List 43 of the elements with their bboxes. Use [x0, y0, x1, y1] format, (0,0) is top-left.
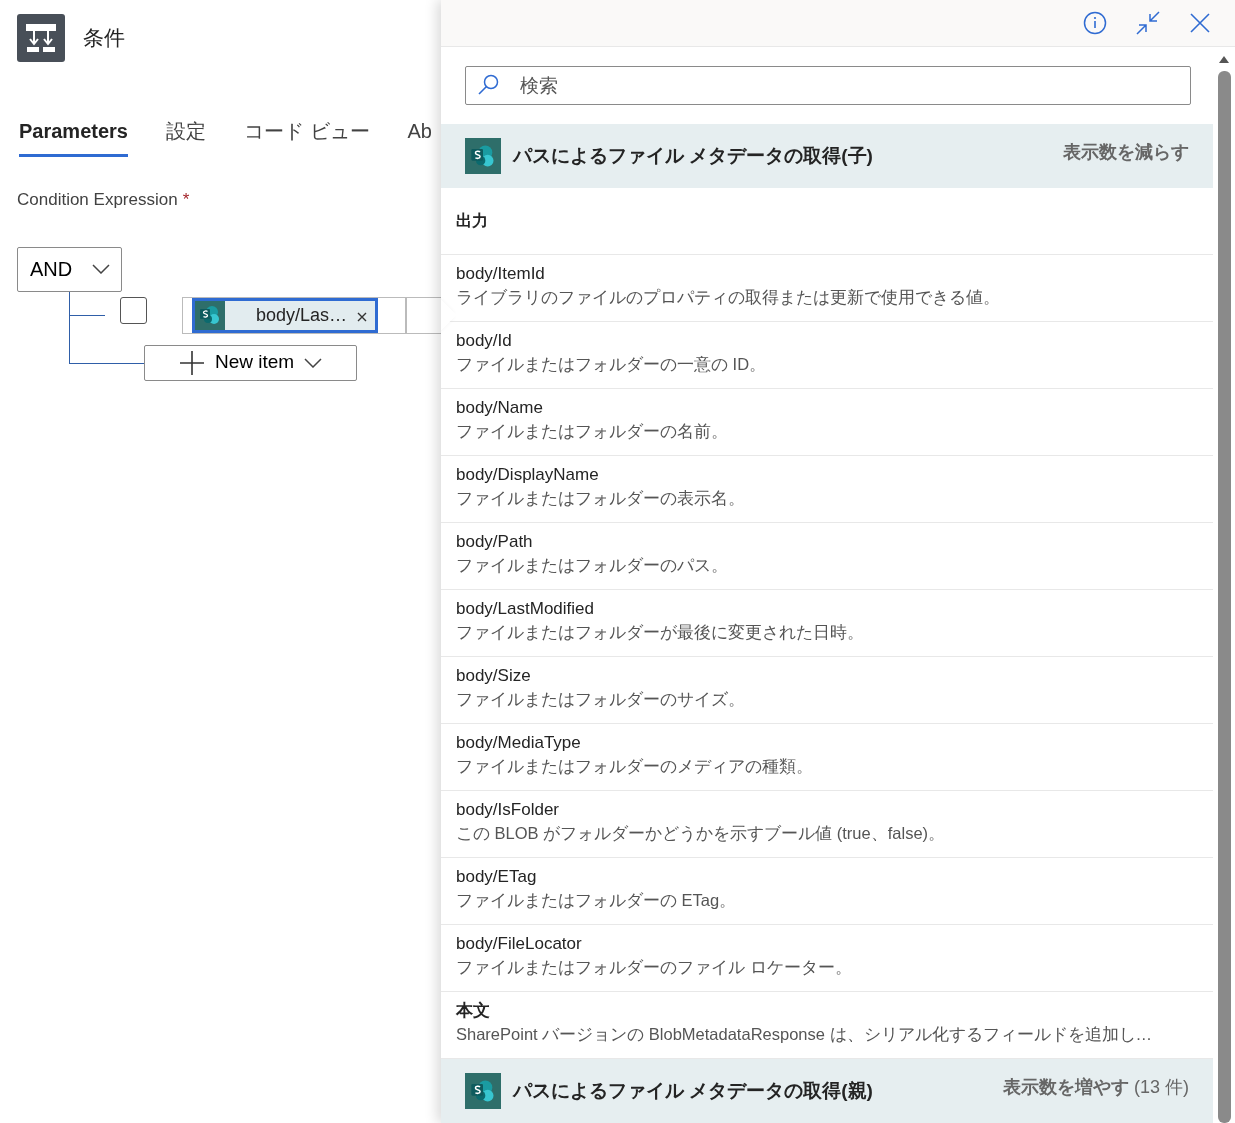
sharepoint-icon — [465, 1073, 501, 1109]
value-field[interactable]: body/Las… — [182, 296, 406, 334]
output-item[interactable]: body/Size ファイルまたはフォルダーのサイズ。 — [441, 657, 1213, 724]
tab[interactable]: Ab — [407, 116, 432, 157]
operator-dropdown[interactable]: AND — [17, 246, 122, 292]
scroll-up-icon[interactable] — [1218, 55, 1230, 65]
token-label: body/Las… — [256, 303, 348, 327]
condition-icon — [17, 14, 65, 62]
tab[interactable]: Parameters — [19, 116, 128, 157]
plus-icon — [178, 349, 205, 376]
new-item-button[interactable]: New item — [144, 344, 357, 381]
output-item[interactable]: body/ETag ファイルまたはフォルダーの ETag。 — [441, 858, 1213, 925]
show-toggle-link[interactable]: 表示数を減らす — [1063, 139, 1189, 166]
outputs-heading: 出力 — [441, 188, 1213, 255]
collapse-icon[interactable] — [1135, 10, 1161, 36]
section-title: パスによるファイル メタデータの取得(子) — [513, 143, 873, 168]
required-mark: * — [182, 190, 190, 209]
scrollbar[interactable] — [1213, 47, 1235, 1123]
chevron-down-icon — [304, 357, 323, 368]
sharepoint-icon — [465, 138, 501, 174]
search-icon — [477, 73, 501, 97]
search-field[interactable]: 検索 — [465, 66, 1191, 105]
sharepoint-icon — [195, 300, 225, 330]
header-title: 条件 — [83, 25, 125, 52]
output-item[interactable]: body/MediaType ファイルまたはフォルダーのメディアの種類。 — [441, 724, 1213, 791]
output-item[interactable]: body/ItemId ライブラリのファイルのプロパティの取得または更新で使用できる値。 — [441, 255, 1213, 322]
dynamic-token[interactable]: body/Las… — [192, 297, 378, 333]
show-toggle-link[interactable]: 表示数を増やす (13 件) — [1002, 1074, 1189, 1101]
info-icon[interactable] — [1083, 11, 1107, 35]
output-item[interactable]: body/Path ファイルまたはフォルダーのパス。 — [441, 523, 1213, 590]
section-title: パスによるファイル メタデータの取得(親) — [513, 1078, 873, 1103]
row-checkbox[interactable] — [120, 296, 147, 324]
tab[interactable]: 設定 — [165, 116, 206, 157]
output-item[interactable]: body/FileLocator ファイルまたはフォルダーのファイル ロケーター。 — [441, 925, 1213, 992]
output-item[interactable]: body/IsFolder この BLOB がフォルダーかどうかを示すブール値 (true、false)。 — [441, 791, 1213, 858]
tab[interactable]: コード ビュー — [243, 116, 370, 157]
output-item[interactable]: body/Id ファイルまたはフォルダーの一意の ID。 — [441, 322, 1213, 389]
output-item[interactable]: body/Name ファイルまたはフォルダーの名前。 — [441, 389, 1213, 456]
output-item[interactable]: body/LastModified ファイルまたはフォルダーが最後に変更された日時。 — [441, 590, 1213, 657]
chevron-down-icon — [92, 264, 111, 274]
close-icon[interactable] — [1189, 12, 1211, 34]
output-item[interactable]: body/DisplayName ファイルまたはフォルダーの表示名。 — [441, 456, 1213, 523]
field-label: Condition Expression — [17, 190, 178, 209]
